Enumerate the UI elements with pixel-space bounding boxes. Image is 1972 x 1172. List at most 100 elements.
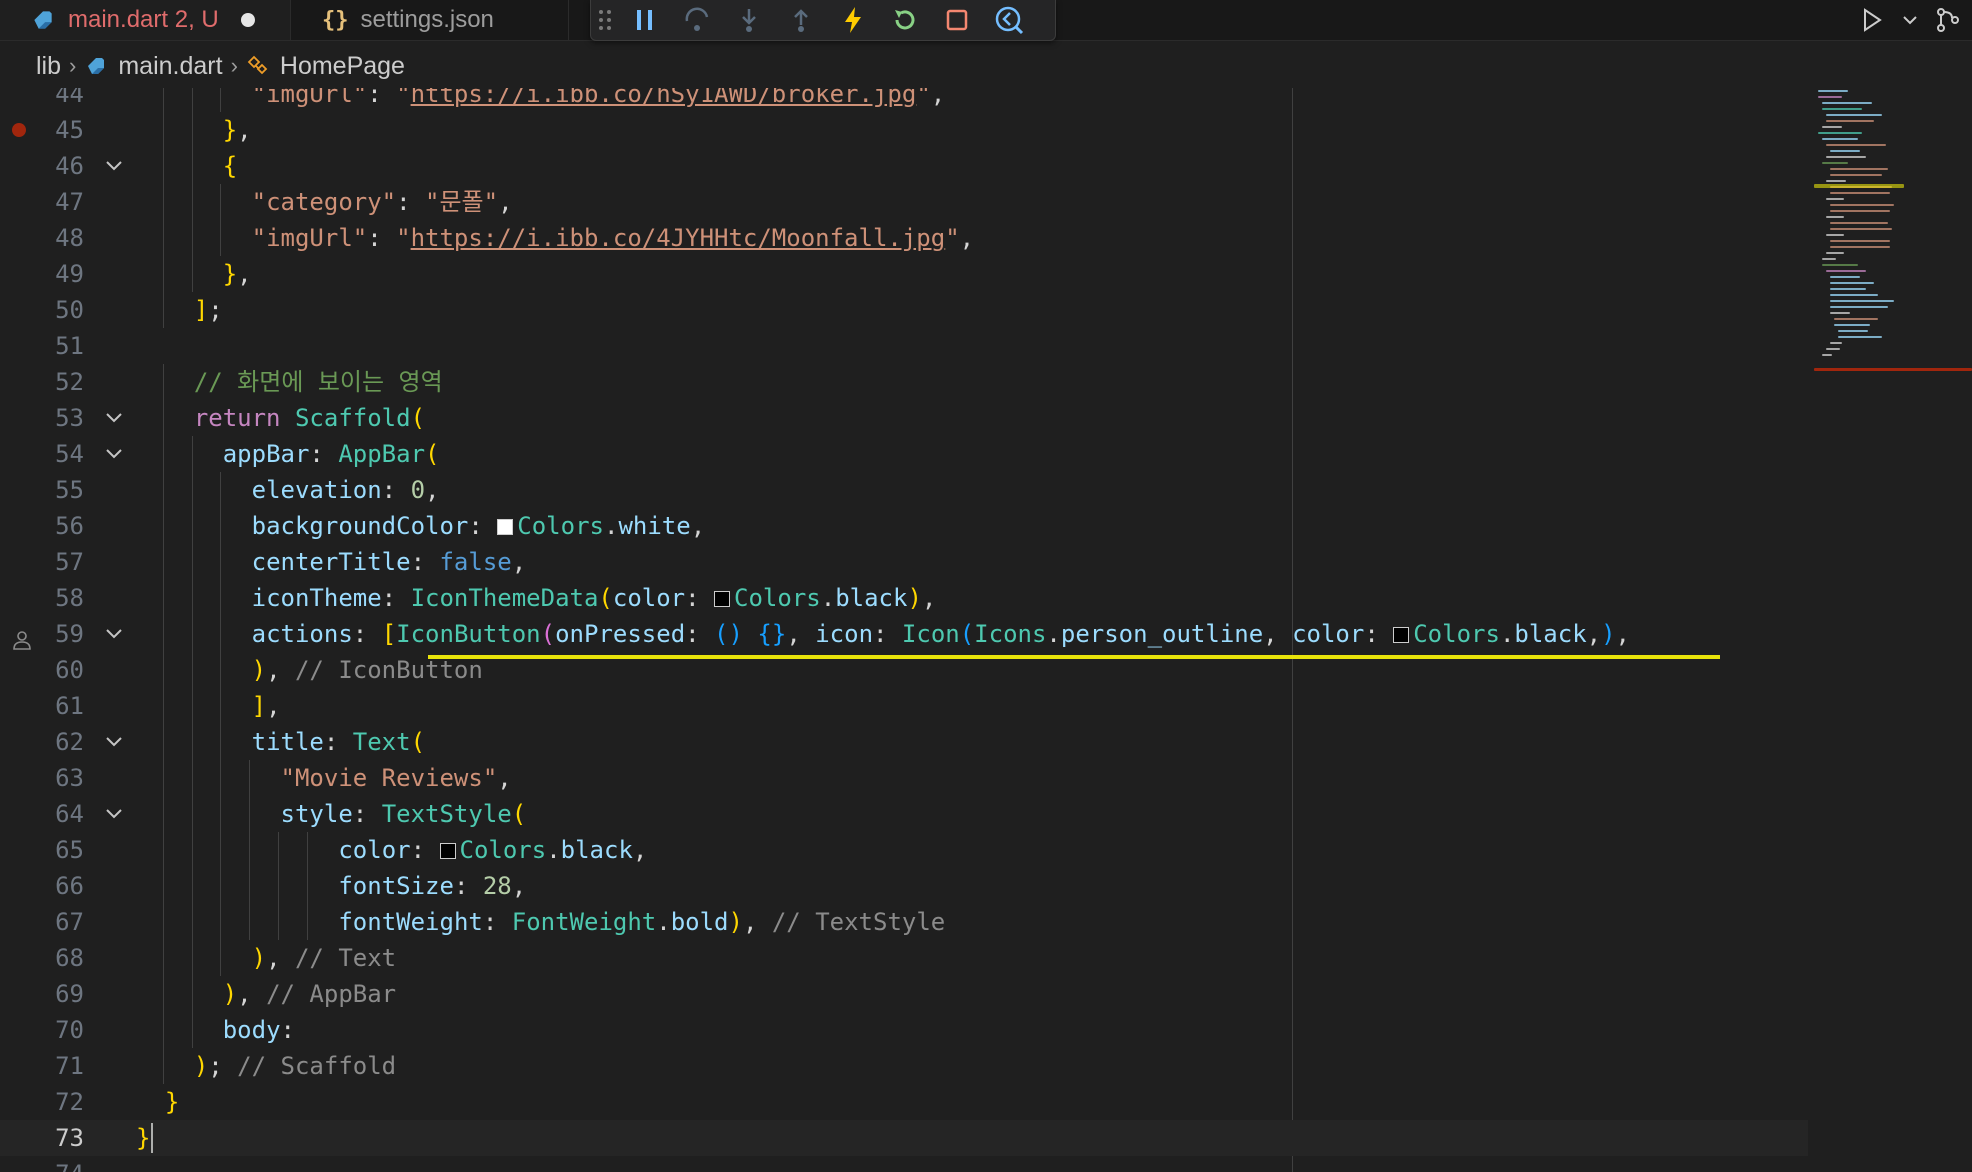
chevron-down-icon[interactable] <box>1896 0 1924 40</box>
indent-guide <box>191 832 193 868</box>
color-swatch-black-icon[interactable] <box>1393 627 1410 643</box>
code-line[interactable]: 48 "imgUrl": "https://i.ibb.co/4JYHHtc/M… <box>0 220 1808 256</box>
indent-guide <box>191 88 193 112</box>
code-line[interactable]: 64 style: TextStyle( <box>0 796 1808 832</box>
code-line[interactable]: 67 fontWeight: FontWeight.bold), // Text… <box>0 904 1808 940</box>
code-line[interactable]: 73} <box>0 1120 1808 1156</box>
indent-guide <box>162 580 164 616</box>
color-swatch-black-icon[interactable] <box>714 591 731 607</box>
inspect-widget-icon[interactable] <box>983 0 1035 40</box>
fold-chevron-icon[interactable] <box>100 148 128 184</box>
indent-guide <box>220 580 222 616</box>
code-text: return Scaffold( <box>193 404 426 432</box>
code-line[interactable]: 57 centerTitle: false, <box>0 544 1808 580</box>
code-text: }, <box>222 116 252 144</box>
fold-chevron-icon[interactable] <box>100 616 128 652</box>
line-number: 62 <box>55 728 84 756</box>
code-line[interactable]: 63 "Movie Reviews", <box>0 760 1808 796</box>
line-number: 61 <box>55 692 84 720</box>
breadcrumb-symbol[interactable]: HomePage <box>246 52 405 81</box>
code-line[interactable]: 74 <box>0 1156 1808 1172</box>
fold-chevron-icon[interactable] <box>100 724 128 760</box>
debug-toolbar <box>590 0 1056 41</box>
line-number: 67 <box>55 908 84 936</box>
tab-main-dart[interactable]: main.dart 2, U <box>0 0 291 40</box>
breakpoint-icon[interactable] <box>12 123 26 137</box>
code-text: // 화면에 보이는 영역 <box>193 368 443 396</box>
code-line[interactable]: 45 }, <box>0 112 1808 148</box>
code-line[interactable]: 50 ]; <box>0 292 1808 328</box>
code-line[interactable]: 69 ), // AppBar <box>0 976 1808 1012</box>
fold-chevron-icon[interactable] <box>100 796 128 832</box>
unsaved-dot-icon[interactable] <box>240 13 255 27</box>
run-actions <box>1848 0 1972 40</box>
code-line[interactable]: 52 // 화면에 보이는 영역 <box>0 364 1808 400</box>
code-line[interactable]: 47 "category": "문폴", <box>0 184 1808 220</box>
indent-guide <box>191 868 193 904</box>
minimap[interactable] <box>1808 88 1972 1172</box>
code-line[interactable]: 61 ], <box>0 688 1808 724</box>
color-swatch-white-icon[interactable] <box>497 519 514 535</box>
tab-main-dart-label: main.dart 2, U <box>68 6 219 33</box>
minimap-line <box>1818 96 1842 98</box>
code-line[interactable]: 72 } <box>0 1084 1808 1120</box>
breadcrumb-folder[interactable]: lib <box>36 52 61 81</box>
minimap-line <box>1826 120 1874 122</box>
code-line[interactable]: 70 body: <box>0 1012 1808 1048</box>
code-line[interactable]: 58 iconTheme: IconThemeData(color: Color… <box>0 580 1808 616</box>
indent-guide <box>220 724 222 760</box>
code-line[interactable]: 71 ); // Scaffold <box>0 1048 1808 1084</box>
indent-guide <box>220 688 222 724</box>
indent-guide <box>191 616 193 652</box>
code-line[interactable]: 59 actions: [IconButton(onPressed: () {}… <box>0 616 1808 652</box>
code-line[interactable]: 46 { <box>0 148 1808 184</box>
indent-guide <box>162 148 164 184</box>
minimap-line <box>1838 330 1868 332</box>
code-line[interactable]: 49 }, <box>0 256 1808 292</box>
step-into-icon[interactable] <box>723 0 775 40</box>
code-line[interactable]: 65 color: Colors.black, <box>0 832 1808 868</box>
text-cursor <box>151 1123 154 1153</box>
minimap-line <box>1826 198 1844 200</box>
code-line[interactable]: 44 "imgUrl": "https://i.ibb.co/hSy1AWD/b… <box>0 88 1808 112</box>
code-line[interactable]: 66 fontSize: 28, <box>0 868 1808 904</box>
person-outline-icon <box>12 624 32 650</box>
json-braces-icon: {} <box>322 7 349 33</box>
minimap-line <box>1830 204 1894 206</box>
code-text: ], <box>251 692 281 720</box>
minimap-line <box>1830 168 1888 170</box>
line-number: 72 <box>55 1088 84 1116</box>
code-line[interactable]: 53 return Scaffold( <box>0 400 1808 436</box>
code-text: } <box>136 1124 151 1152</box>
pause-icon[interactable] <box>619 0 671 40</box>
minimap-line <box>1826 114 1882 116</box>
drag-handle-icon[interactable] <box>591 0 619 40</box>
hot-reload-icon[interactable] <box>827 0 879 40</box>
code-editor[interactable]: 44 "imgUrl": "https://i.ibb.co/hSy1AWD/b… <box>0 88 1972 1172</box>
minimap-line <box>1830 174 1882 176</box>
indent-guide <box>162 724 164 760</box>
run-icon[interactable] <box>1848 0 1896 40</box>
restart-icon[interactable] <box>879 0 931 40</box>
fold-chevron-icon[interactable] <box>100 436 128 472</box>
code-area[interactable]: 44 "imgUrl": "https://i.ibb.co/hSy1AWD/b… <box>0 88 1808 1172</box>
stop-icon[interactable] <box>931 0 983 40</box>
code-line[interactable]: 54 appBar: AppBar( <box>0 436 1808 472</box>
indent-guide <box>249 904 251 940</box>
editor-tab-bar: main.dart 2, U {} settings.json <box>0 0 1972 41</box>
color-swatch-black-icon[interactable] <box>439 843 456 859</box>
code-line[interactable]: 51 <box>0 328 1808 364</box>
code-text: } <box>164 1088 180 1116</box>
code-line[interactable]: 55 elevation: 0, <box>0 472 1808 508</box>
step-out-icon[interactable] <box>775 0 827 40</box>
code-line[interactable]: 68 ), // Text <box>0 940 1808 976</box>
tab-settings-json[interactable]: {} settings.json <box>292 0 569 40</box>
class-symbol-icon <box>247 55 268 75</box>
code-line[interactable]: 56 backgroundColor: Colors.white, <box>0 508 1808 544</box>
source-control-icon[interactable] <box>1924 0 1972 40</box>
fold-chevron-icon[interactable] <box>100 400 128 436</box>
code-line[interactable]: 62 title: Text( <box>0 724 1808 760</box>
breadcrumb-file[interactable]: main.dart <box>84 52 223 81</box>
step-over-icon[interactable] <box>671 0 723 40</box>
minimap-line <box>1826 234 1844 236</box>
